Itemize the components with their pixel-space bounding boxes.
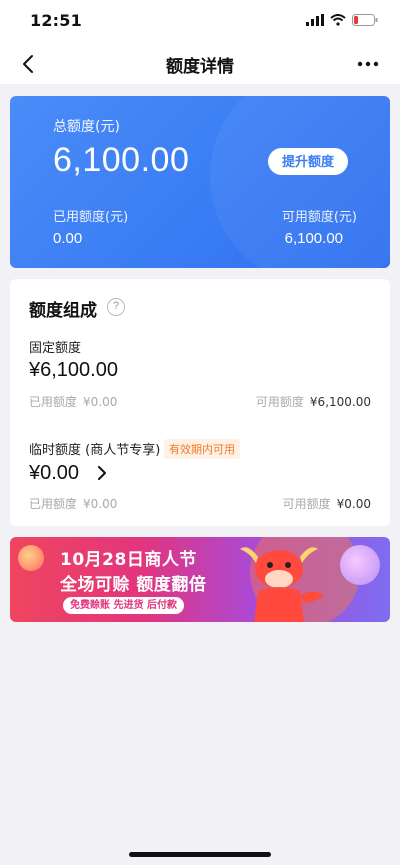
fixed-used-value: ¥0.00: [83, 395, 118, 409]
chevron-right-icon[interactable]: [95, 466, 109, 480]
composition-title: 额度组成: [29, 301, 97, 321]
signal-icon: [306, 14, 324, 26]
fixed-available: 可用额度 ¥6,100.00: [256, 393, 371, 410]
help-icon[interactable]: ?: [107, 298, 125, 316]
used-quota-label: 已用额度(元): [53, 210, 129, 225]
fixed-available-value: ¥6,100.00: [309, 395, 371, 409]
banner-ball-left: [18, 545, 44, 571]
banner-ball-right: [340, 545, 380, 585]
temporary-available-label: 可用额度: [282, 497, 331, 511]
temporary-used: 已用额度 ¥0.00: [29, 495, 117, 512]
temporary-available: 可用额度 ¥0.00: [283, 495, 371, 512]
temporary-used-value: ¥0.00: [83, 497, 118, 511]
fixed-quota-label: 固定额度: [29, 341, 82, 356]
more-button[interactable]: [354, 54, 382, 74]
total-quota-amount: 6,100.00: [53, 141, 190, 179]
validity-tag: 有效期内可用: [164, 439, 240, 459]
fixed-available-label: 可用额度: [255, 395, 304, 409]
more-dots-icon: [357, 61, 379, 67]
status-bar: 12:51: [0, 0, 400, 44]
fixed-used-label: 已用额度: [29, 395, 78, 409]
promo-banner[interactable]: 10月28日商人节 全场可赊 额度翻倍 免费赊账 先进货 后付款: [10, 537, 390, 622]
fixed-quota-amount: ¥6,100.00: [29, 359, 118, 381]
raise-quota-button[interactable]: 提升额度: [267, 148, 348, 175]
temporary-available-value: ¥0.00: [336, 497, 371, 511]
page-title: 额度详情: [166, 57, 234, 77]
temporary-quota-label: 临时额度 (商人节专享): [29, 443, 161, 458]
quota-summary-card: 总额度(元) 6,100.00 提升额度 已用额度(元) 0.00 可用额度(元…: [10, 96, 390, 268]
home-indicator: [129, 852, 271, 857]
temporary-quota-amount[interactable]: ¥0.00: [29, 462, 79, 485]
banner-headline: 10月28日商人节: [60, 550, 197, 570]
status-indicators: [306, 14, 378, 26]
available-quota-label: 可用额度(元): [281, 210, 357, 225]
battery-icon: [352, 14, 378, 26]
nav-bar: 额度详情: [0, 44, 400, 84]
wifi-icon: [330, 14, 346, 26]
total-quota-label: 总额度(元): [53, 119, 120, 135]
fixed-used: 已用额度 ¥0.00: [29, 393, 117, 410]
available-quota-value: 6,100.00: [284, 230, 343, 247]
used-quota-value: 0.00: [53, 230, 83, 247]
banner-subheadline: 全场可赊 额度翻倍: [60, 575, 207, 595]
banner-pill: 免费赊账 先进货 后付款: [63, 597, 184, 614]
quota-composition-card: 额度组成 ? 固定额度 ¥6,100.00 已用额度 ¥0.00 可用额度 ¥6,1…: [10, 279, 390, 526]
temporary-used-label: 已用额度: [29, 497, 78, 511]
bull-mascot-icon: [240, 547, 324, 622]
status-time: 12:51: [30, 11, 82, 30]
